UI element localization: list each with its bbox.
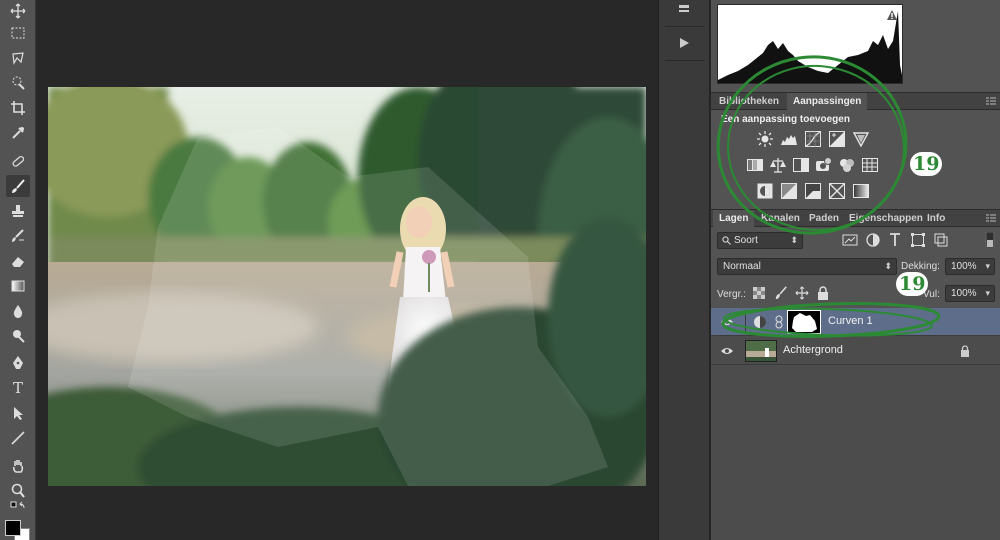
black-white-icon[interactable] xyxy=(793,157,809,173)
lock-icon xyxy=(961,345,969,357)
exposure-icon[interactable] xyxy=(829,131,845,147)
filter-smart-object-icon[interactable] xyxy=(933,232,949,248)
lasso-icon[interactable] xyxy=(6,47,30,69)
filter-pixel-icon[interactable] xyxy=(842,232,858,248)
opacity-label: Dekking: xyxy=(901,261,940,272)
lock-image-icon[interactable] xyxy=(774,286,788,300)
filter-kind-value: Soort xyxy=(734,235,758,246)
tab-kanalen[interactable]: Kanalen xyxy=(755,210,806,227)
annotation-number: 19 xyxy=(896,272,929,296)
clone-stamp-icon[interactable] xyxy=(6,200,30,222)
swap-colors-icon[interactable] xyxy=(6,501,30,516)
tab-lagen[interactable]: Lagen xyxy=(713,210,755,227)
zoom-icon[interactable] xyxy=(6,480,30,502)
color-balance-icon[interactable] xyxy=(770,157,786,173)
levels-icon[interactable] xyxy=(781,131,797,147)
selective-color-icon[interactable] xyxy=(829,183,845,199)
photo-image xyxy=(48,87,646,486)
dodge-icon[interactable] xyxy=(6,325,30,347)
search-icon xyxy=(722,236,731,245)
posterize-icon[interactable] xyxy=(781,183,797,199)
color-lookup-icon[interactable] xyxy=(862,157,878,173)
marquee-icon[interactable] xyxy=(6,22,30,44)
layer-name[interactable]: Achtergrond xyxy=(783,344,843,356)
layer-mask-thumbnail[interactable] xyxy=(787,310,821,334)
warning-icon[interactable] xyxy=(886,9,898,21)
layer-name[interactable]: Curven 1 xyxy=(828,315,873,327)
separator xyxy=(665,26,705,27)
gradient-map-icon[interactable] xyxy=(853,183,869,199)
channel-mixer-icon[interactable] xyxy=(839,157,855,173)
curves-icon[interactable] xyxy=(805,131,821,147)
adjustment-layer-icon xyxy=(754,316,766,328)
eye-icon[interactable] xyxy=(721,346,733,356)
crop-icon[interactable] xyxy=(6,97,30,119)
blur-icon[interactable] xyxy=(6,300,30,322)
collapsed-panel-strip xyxy=(658,0,710,540)
invert-icon[interactable] xyxy=(757,183,773,199)
panel-menu-icon[interactable] xyxy=(986,97,996,106)
lock-all-icon[interactable] xyxy=(817,286,829,300)
opacity-field[interactable]: 100% ▾ xyxy=(945,258,995,275)
layer-thumbnail[interactable] xyxy=(745,340,777,362)
foreground-color-swatch[interactable] xyxy=(5,520,21,536)
blend-mode-select[interactable]: Normaal ⬍ xyxy=(717,258,897,275)
quick-select-icon[interactable] xyxy=(6,72,30,94)
brightness-icon[interactable] xyxy=(757,131,773,147)
tools-panel: T xyxy=(0,0,36,540)
threshold-icon[interactable] xyxy=(805,183,821,199)
eyedropper-icon[interactable] xyxy=(6,122,30,144)
filter-shape-icon[interactable] xyxy=(910,232,926,248)
filter-toggle-switch[interactable] xyxy=(985,232,995,248)
layer-filter-select[interactable]: Soort ⬍ xyxy=(717,232,803,249)
gradient-icon[interactable] xyxy=(6,275,30,297)
layer-row-achtergrond[interactable]: Achtergrond xyxy=(711,337,1000,365)
pen-icon[interactable] xyxy=(6,352,30,374)
lock-position-icon[interactable] xyxy=(795,286,809,300)
layer-row-curven[interactable]: Curven 1 xyxy=(711,308,1000,336)
move-icon[interactable] xyxy=(6,0,30,22)
opacity-value: 100% xyxy=(951,261,977,272)
brush-icon[interactable] xyxy=(6,175,30,197)
type-glyph: T xyxy=(12,379,23,397)
tab-aanpassingen[interactable]: Aanpassingen xyxy=(787,93,868,110)
history-brush-icon[interactable] xyxy=(6,225,30,247)
document-canvas[interactable] xyxy=(37,0,658,540)
eye-icon[interactable] xyxy=(721,317,733,327)
mask-link-icon[interactable] xyxy=(775,315,783,329)
right-panels: Bibliotheken Aanpassingen Een aanpassing… xyxy=(711,0,1000,540)
line-icon[interactable] xyxy=(6,427,30,449)
vibrance-icon[interactable] xyxy=(853,131,869,147)
photo-filter-icon[interactable] xyxy=(816,157,832,173)
lock-transparent-icon[interactable] xyxy=(753,287,765,299)
eraser-icon[interactable] xyxy=(6,250,30,272)
lock-label: Vergr.: xyxy=(717,289,746,300)
hand-icon[interactable] xyxy=(6,455,30,477)
filter-type-icon[interactable] xyxy=(887,232,903,248)
type-icon[interactable]: T xyxy=(6,377,30,399)
tab-eigenschappen[interactable]: Eigenschappen xyxy=(843,210,929,227)
blend-mode-value: Normaal xyxy=(723,261,761,272)
filter-adjustment-icon[interactable] xyxy=(865,232,881,248)
adjustments-tabbar: Bibliotheken Aanpassingen xyxy=(711,92,1000,110)
tab-paden[interactable]: Paden xyxy=(803,210,845,227)
path-select-icon[interactable] xyxy=(6,402,30,424)
separator xyxy=(665,60,705,61)
adjustments-title: Een aanpassing toevoegen xyxy=(721,114,850,125)
fill-field[interactable]: 100% ▾ xyxy=(945,285,995,302)
layers-tabbar: Lagen Kanalen Paden Eigenschappen Info xyxy=(711,209,1000,227)
history-panel-icon[interactable] xyxy=(673,0,695,22)
fill-value: 100% xyxy=(951,288,977,299)
histogram xyxy=(717,4,903,84)
annotation-number: 19 xyxy=(910,152,943,176)
actions-play-icon[interactable] xyxy=(673,32,695,54)
tab-info[interactable]: Info xyxy=(921,210,951,227)
layers-list: Curven 1 Achtergrond xyxy=(711,308,1000,540)
panel-menu-icon[interactable] xyxy=(986,214,996,223)
healing-brush-icon[interactable] xyxy=(6,150,30,172)
tab-bibliotheken[interactable]: Bibliotheken xyxy=(713,93,785,110)
hue-saturation-icon[interactable] xyxy=(747,157,763,173)
